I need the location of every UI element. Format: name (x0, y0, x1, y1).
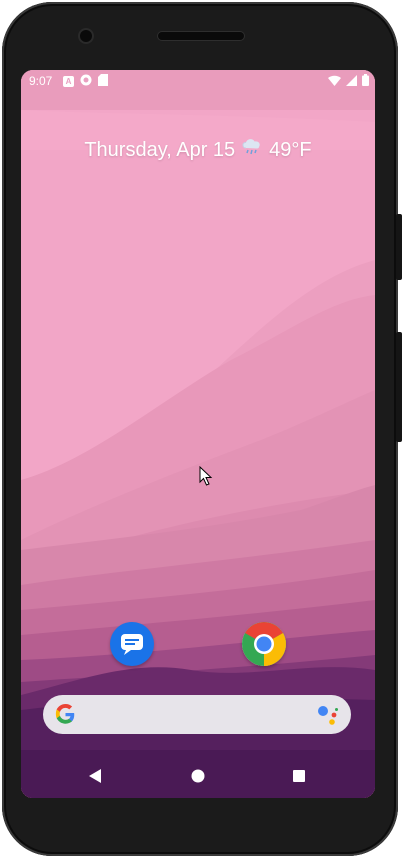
power-button (396, 332, 402, 442)
temperature-text[interactable]: 49°F (269, 139, 311, 162)
messages-app-icon[interactable] (110, 622, 154, 666)
system-icons (328, 74, 369, 89)
google-assistant-icon[interactable] (317, 704, 339, 726)
signal-icon (346, 74, 357, 89)
chrome-icon (242, 622, 286, 666)
volume-button (396, 214, 402, 280)
autofill-icon: A (63, 76, 74, 87)
sd-card-icon (98, 74, 108, 89)
wallpaper (21, 70, 375, 798)
mouse-cursor-icon (199, 466, 213, 486)
chrome-app-icon[interactable] (242, 622, 286, 666)
home-button[interactable] (191, 769, 205, 783)
status-time: 9:07 (29, 74, 53, 88)
at-a-glance-widget[interactable]: Thursday, Apr 15 49°F (21, 136, 375, 164)
earpiece-speaker (158, 32, 244, 40)
wifi-icon (328, 75, 341, 89)
home-screen: 9:07 A Thursday, Apr 15 49°F (21, 70, 375, 798)
recents-button[interactable] (293, 770, 305, 782)
assistant-icon (80, 74, 92, 89)
navigation-bar (21, 753, 375, 798)
front-camera (80, 30, 92, 42)
notification-icons: A (63, 74, 108, 89)
battery-icon (362, 74, 369, 89)
back-button[interactable] (88, 769, 102, 783)
rain-cloud-icon[interactable] (241, 136, 263, 164)
google-g-icon (55, 704, 75, 724)
google-search-bar[interactable] (43, 695, 351, 734)
date-text[interactable]: Thursday, Apr 15 (84, 139, 235, 162)
messages-icon (121, 634, 143, 655)
status-bar: 9:07 A (21, 70, 375, 92)
